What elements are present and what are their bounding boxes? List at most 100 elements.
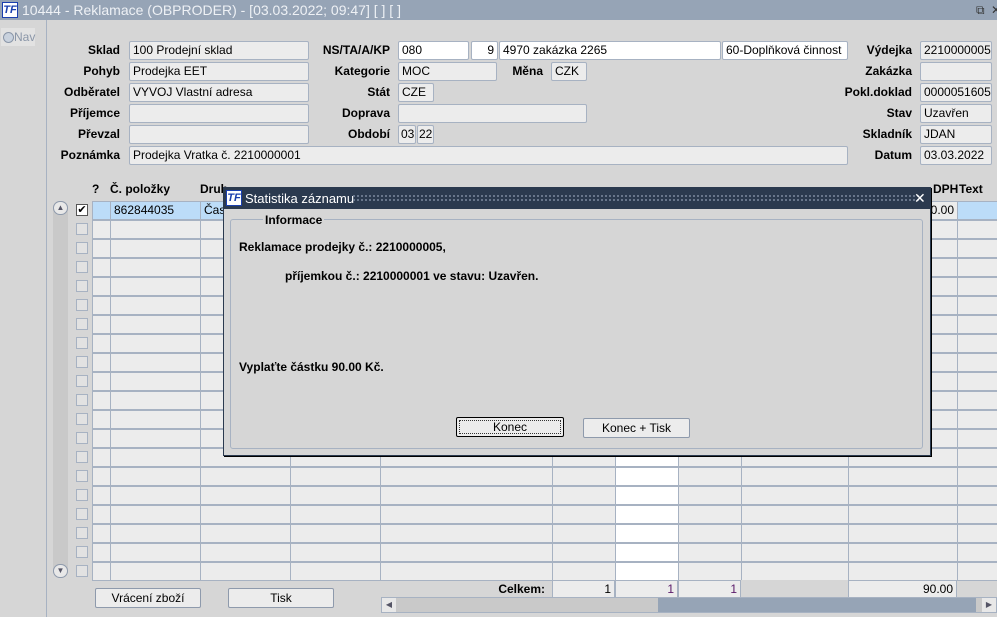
table-cell[interactable] <box>957 505 997 524</box>
table-cell[interactable] <box>957 410 997 429</box>
poznamka-field[interactable]: Prodejka Vratka č. 2210000001 <box>129 146 848 165</box>
table-cell[interactable] <box>110 315 201 334</box>
table-cell[interactable] <box>957 524 997 543</box>
table-cell[interactable] <box>92 505 111 524</box>
table-cell[interactable] <box>200 505 291 524</box>
table-cell[interactable] <box>615 505 679 524</box>
table-cell[interactable] <box>615 486 679 505</box>
table-cell[interactable] <box>552 524 616 543</box>
tisk-button[interactable]: Tisk <box>228 588 334 608</box>
table-cell[interactable] <box>290 562 381 581</box>
zakazka-field[interactable] <box>920 62 992 81</box>
vraceni-zbozi-button[interactable]: Vrácení zboží <box>95 588 201 608</box>
table-cell[interactable] <box>92 524 111 543</box>
table-cell[interactable] <box>110 448 201 467</box>
row-checkbox[interactable] <box>76 375 88 387</box>
table-cell[interactable] <box>92 391 111 410</box>
mena-field[interactable]: CZK <box>551 62 587 81</box>
table-cell[interactable] <box>92 467 111 486</box>
table-cell[interactable] <box>92 562 111 581</box>
scroll-thumb[interactable] <box>658 598 976 612</box>
row-checkbox[interactable] <box>76 413 88 425</box>
table-cell[interactable] <box>678 543 742 562</box>
table-cell[interactable] <box>615 543 679 562</box>
table-cell[interactable] <box>92 239 111 258</box>
table-cell[interactable] <box>110 543 201 562</box>
table-cell[interactable] <box>92 315 111 334</box>
stav-field[interactable]: Uzavřen <box>920 104 992 123</box>
table-cell[interactable] <box>110 220 201 239</box>
row-checkbox[interactable] <box>76 299 88 311</box>
table-cell[interactable] <box>92 486 111 505</box>
table-cell[interactable] <box>110 562 201 581</box>
table-cell[interactable] <box>957 448 997 467</box>
table-cell[interactable] <box>290 467 381 486</box>
restore-icon[interactable]: ⧉ <box>976 0 985 20</box>
row-checkbox[interactable] <box>76 489 88 501</box>
close-icon[interactable]: ✕ <box>991 0 997 20</box>
nav-button[interactable]: Nav <box>1 28 35 46</box>
table-cell[interactable] <box>380 467 553 486</box>
table-cell[interactable] <box>380 505 553 524</box>
table-cell[interactable] <box>110 353 201 372</box>
table-cell[interactable] <box>957 277 997 296</box>
table-cell[interactable] <box>741 524 849 543</box>
konec-button[interactable]: Konec <box>456 417 564 437</box>
table-cell[interactable] <box>290 505 381 524</box>
table-cell[interactable] <box>380 562 553 581</box>
table-cell[interactable] <box>615 562 679 581</box>
pohyb-field[interactable]: Prodejka EET <box>129 62 309 81</box>
table-cell[interactable] <box>957 258 997 277</box>
stat-field[interactable]: CZE <box>398 83 434 102</box>
table-cell[interactable] <box>110 429 201 448</box>
skladnik-field[interactable]: JDAN <box>920 125 992 144</box>
sklad-field[interactable]: 100 Prodejní sklad <box>129 41 309 60</box>
pokl-doklad-field[interactable]: 0000051605 <box>920 83 992 102</box>
table-cell[interactable] <box>848 543 958 562</box>
table-cell[interactable]: 862844035 <box>110 201 201 220</box>
table-cell[interactable] <box>110 296 201 315</box>
vydejka-field[interactable]: 2210000005 <box>920 41 992 60</box>
table-cell[interactable] <box>110 410 201 429</box>
table-cell[interactable] <box>678 486 742 505</box>
datum-field[interactable]: 03.03.2022 <box>920 146 992 165</box>
table-cell[interactable] <box>92 296 111 315</box>
row-checkbox[interactable] <box>76 394 88 406</box>
table-cell[interactable] <box>92 258 111 277</box>
table-cell[interactable] <box>92 448 111 467</box>
table-cell[interactable] <box>110 467 201 486</box>
table-cell[interactable] <box>110 277 201 296</box>
table-cell[interactable] <box>957 562 997 581</box>
table-cell[interactable] <box>110 524 201 543</box>
table-cell[interactable] <box>92 220 111 239</box>
row-checkbox[interactable]: ✔ <box>76 204 88 216</box>
table-cell[interactable] <box>92 353 111 372</box>
table-cell[interactable] <box>552 486 616 505</box>
table-cell[interactable] <box>957 239 997 258</box>
row-checkbox[interactable] <box>76 337 88 349</box>
table-cell[interactable] <box>957 296 997 315</box>
table-cell[interactable] <box>92 410 111 429</box>
table-cell[interactable] <box>92 543 111 562</box>
obdobi-year-field[interactable]: 22 <box>417 125 434 144</box>
table-cell[interactable] <box>552 562 616 581</box>
table-cell[interactable] <box>957 201 997 220</box>
table-cell[interactable] <box>741 562 849 581</box>
table-cell[interactable] <box>92 334 111 353</box>
table-cell[interactable] <box>741 543 849 562</box>
dialog-title-bar[interactable]: TF Statistika záznamu ✕ <box>224 188 930 209</box>
table-cell[interactable] <box>290 486 381 505</box>
row-checkbox[interactable] <box>76 451 88 463</box>
table-cell[interactable] <box>957 353 997 372</box>
table-cell[interactable] <box>848 486 958 505</box>
table-cell[interactable] <box>957 486 997 505</box>
odberatel-field[interactable]: VYVOJ Vlastní adresa <box>129 83 309 102</box>
table-cell[interactable] <box>552 505 616 524</box>
table-cell[interactable] <box>110 239 201 258</box>
table-cell[interactable] <box>957 334 997 353</box>
table-cell[interactable] <box>615 524 679 543</box>
ta-field[interactable]: 9 <box>471 41 498 60</box>
table-cell[interactable] <box>290 524 381 543</box>
table-cell[interactable] <box>552 543 616 562</box>
prevzal-field[interactable] <box>129 125 309 144</box>
